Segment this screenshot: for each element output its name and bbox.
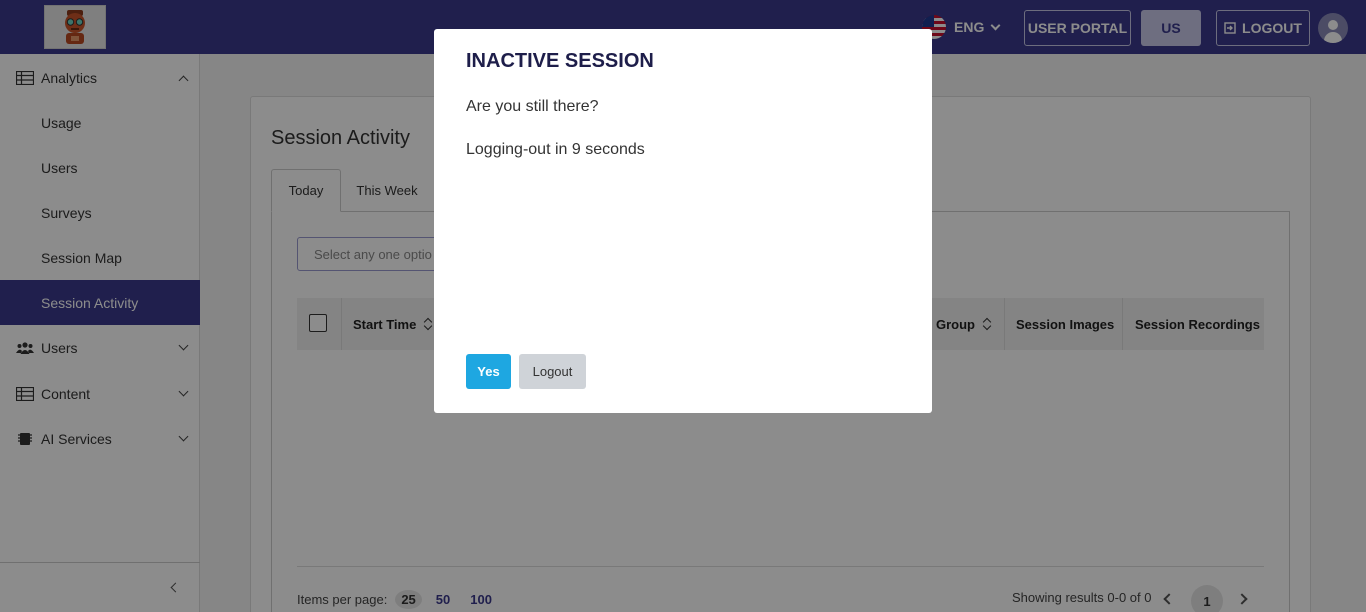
- dialog-logout-label: Logout: [532, 364, 573, 379]
- dialog-question: Are you still there?: [466, 98, 599, 115]
- yes-button[interactable]: Yes: [466, 354, 511, 389]
- inactive-session-dialog: INACTIVE SESSION Are you still there? Lo…: [434, 29, 932, 413]
- dialog-logout-button[interactable]: Logout: [519, 354, 586, 389]
- yes-label: Yes: [477, 364, 500, 379]
- dialog-title: INACTIVE SESSION: [466, 50, 654, 72]
- dialog-countdown: Logging-out in 9 seconds: [466, 141, 645, 158]
